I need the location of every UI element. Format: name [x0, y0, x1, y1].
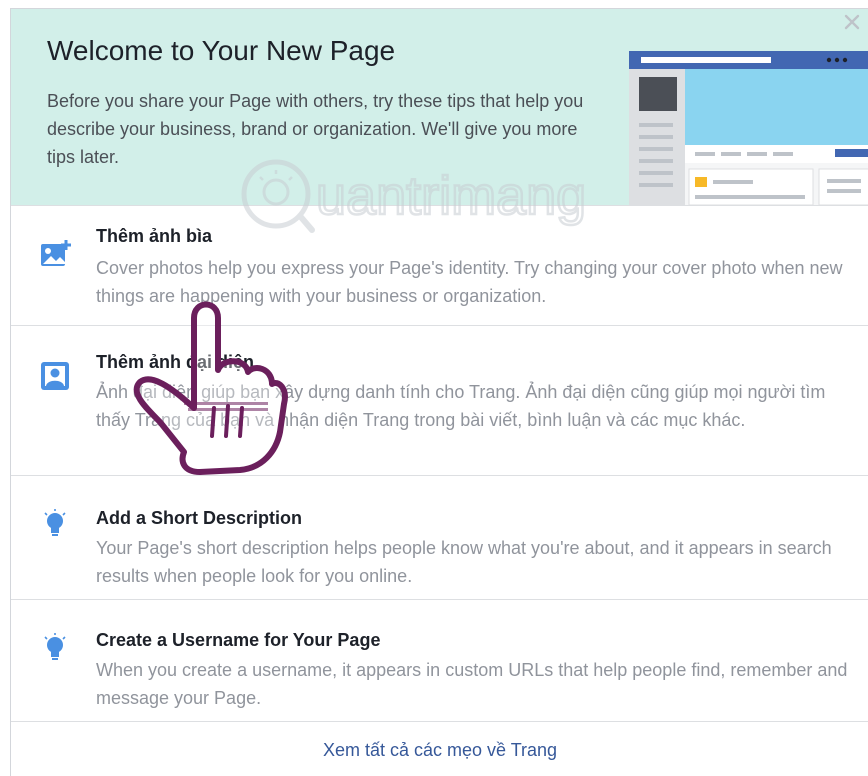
add-photo-icon	[41, 240, 71, 266]
dialog-footer: Xem tất cả các mẹo về Trang	[11, 721, 868, 776]
page-preview-illustration	[629, 51, 868, 205]
tip-title: Create a Username for Your Page	[96, 630, 381, 650]
tip-title: Thêm ảnh đại diện	[96, 352, 255, 372]
dialog-description: Before you share your Page with others, …	[47, 91, 584, 167]
tip-description: Your Page's short description helps peop…	[96, 538, 832, 586]
tip-add-short-description[interactable]: Add a Short Description Your Page's shor…	[11, 475, 868, 599]
tip-description: Ảnh đại diện giúp bạn xây dựng danh tính…	[96, 382, 826, 430]
profile-picture-icon	[41, 362, 69, 390]
tip-create-username[interactable]: Create a Username for Your Page When you…	[11, 599, 868, 721]
tip-add-profile-picture[interactable]: Thêm ảnh đại diện Ảnh đại diện giúp bạn …	[11, 325, 868, 475]
dialog-title: Welcome to Your New Page	[47, 35, 396, 66]
see-all-tips-link[interactable]: Xem tất cả các mẹo về Trang	[323, 740, 557, 761]
lightbulb-icon	[44, 509, 66, 536]
close-icon[interactable]	[841, 11, 863, 33]
tip-title: Thêm ảnh bìa	[96, 226, 213, 246]
tip-description: When you create a username, it appears i…	[96, 660, 848, 708]
lightbulb-icon	[44, 633, 66, 660]
welcome-dialog: Welcome to Your New Page Before you shar…	[10, 8, 868, 776]
tip-description: Cover photos help you express your Page'…	[96, 258, 843, 306]
tip-add-cover-photo[interactable]: Thêm ảnh bìa Cover photos help you expre…	[11, 205, 868, 325]
dialog-header: Welcome to Your New Page Before you shar…	[11, 9, 868, 205]
tip-title: Add a Short Description	[96, 508, 303, 528]
